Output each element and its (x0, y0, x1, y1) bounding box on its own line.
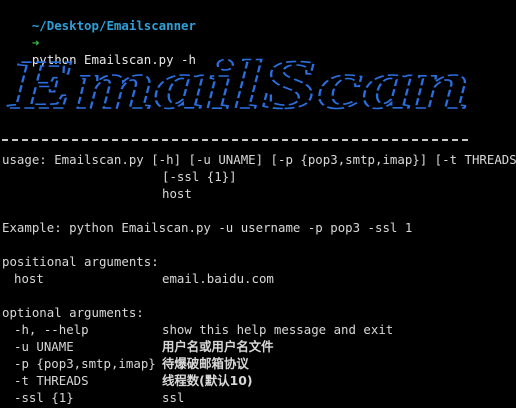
current-path: ~/Desktop/Emailscanner (31, 18, 196, 33)
prompt-line: ~/Desktop/Emailscanner ➜ python Emailsca… (2, 0, 196, 67)
arg-desc: 线程数(默认10) (162, 373, 253, 388)
arg-desc: 待爆破邮箱协议 (162, 356, 249, 371)
separator-line (2, 139, 468, 141)
arg-desc: 用户名或用户名文件 (162, 339, 274, 354)
optional-header: optional arguments: (2, 305, 144, 320)
example-line: Example: python Emailscan.py -u username… (2, 220, 413, 235)
ascii-banner-logo: EmailScan (6, 46, 471, 122)
usage-line-3: host (162, 186, 192, 201)
usage-line-2: [-ssl {1}] (162, 169, 237, 184)
arg-name: -p {pop3,smtp,imap} (14, 356, 156, 371)
arg-name: host (14, 271, 44, 286)
arg-desc: email.baidu.com (162, 271, 274, 286)
arg-name: -u UNAME (14, 339, 74, 354)
arg-desc: ssl (162, 390, 185, 405)
usage-line-1: usage: Emailscan.py [-h] [-u UNAME] [-p … (2, 152, 516, 167)
positional-header: positional arguments: (2, 254, 159, 269)
terminal-window[interactable]: ~/Desktop/Emailscanner ➜ python Emailsca… (0, 0, 516, 408)
banner-logo-text: EmailScan (7, 47, 470, 122)
arg-desc: show this help message and exit (162, 322, 394, 337)
arg-name: -h, --help (14, 322, 89, 337)
arg-name: -ssl {1} (14, 390, 74, 405)
arg-name: -t THREADS (14, 373, 89, 388)
